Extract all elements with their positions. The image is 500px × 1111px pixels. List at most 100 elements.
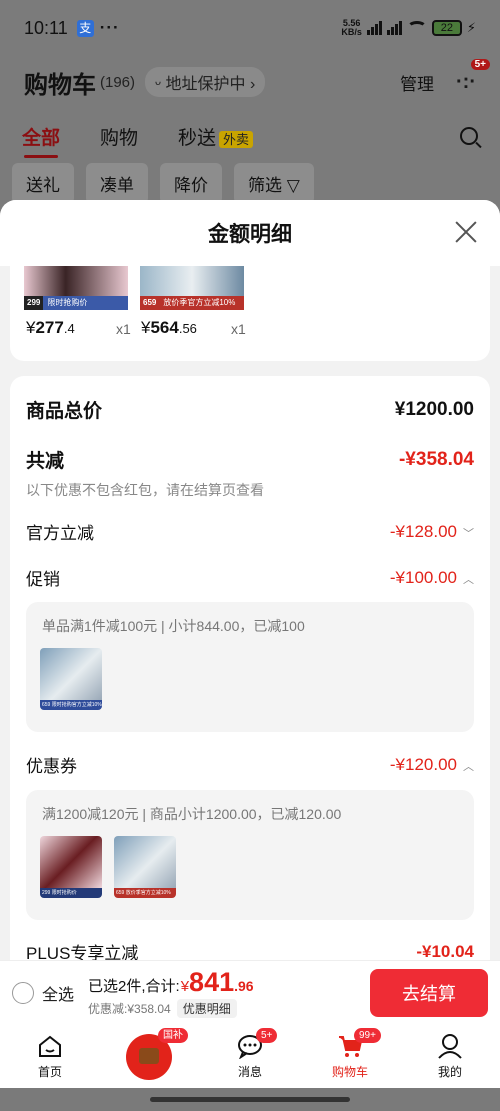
amount-detail-sheet: 金额明细 299 限时抢购价 659 放价季官方立减10% ¥277.4 x1 ¥5… [0,200,500,960]
filter-bundle[interactable]: 凑单 [86,163,148,204]
battery-icon: 22 [431,20,462,36]
more-menu-button[interactable]: ·:· 5+ [456,58,490,94]
signal-icon-2 [386,21,402,35]
product-band: 659 放价季官方立减10% [114,888,176,898]
product-thumb-1[interactable]: 299 限时抢购价 [24,266,128,310]
more-notifications-icon: ··· [99,18,120,37]
selected-text: 已选2件,合计: [88,978,180,995]
nav-messages[interactable]: 5+ 消息 [200,1024,300,1088]
plus-value: -¥10.04 [416,941,474,961]
coupon-value: -¥120.00 ︿ [389,754,474,774]
filter-more[interactable]: 筛选 ▽ [234,163,314,204]
filter-gift[interactable]: 送礼 [12,163,74,204]
takeout-badge: 外卖 [219,130,254,148]
sheet-header: 金额明细 [0,200,500,266]
promo-value: -¥100.00 ︿ [389,567,474,587]
filter-price-drop[interactable]: 降价 [160,163,222,204]
nav-cart[interactable]: 99+ 购物车 [300,1024,400,1088]
nav-home[interactable]: 首页 [0,1024,100,1088]
messages-badge: 5+ [256,1028,278,1043]
home-icon [39,1035,61,1057]
currency-symbol: ¥ [180,978,190,995]
more-dots-icon: ·:· [456,70,476,93]
product-qty-2: x1 [231,321,246,337]
product-price-1: ¥277.4 [26,318,75,337]
coupon-row[interactable]: 优惠券 -¥120.00 ︿ [26,752,474,777]
chevron-up-icon: ︿ [463,760,474,773]
discount-text: 优惠减:¥358.04 [88,1002,171,1016]
official-row[interactable]: 官方立减 -¥128.00 ﹀ [26,519,474,544]
tab-shopping[interactable]: 购物 [100,123,138,150]
plus-row: PLUS专享立减 -¥10.04 [26,939,474,961]
coupon-detail-box: 满1200减120元 | 商品小计1200.00，已减120.00 299 限时… [26,790,474,920]
selected-products-card: 299 限时抢购价 659 放价季官方立减10% ¥277.4 x1 ¥564.56… [10,266,490,361]
close-icon[interactable] [454,220,478,244]
wifi-icon [406,21,427,35]
charging-icon: ⚡ [466,20,476,35]
promo-detail-box: 单品满1件减100元 | 小计844.00，已减100 659 限时抢购官方立减… [26,602,474,732]
address-protect-button[interactable]: ᵕ 地址保护中 › [145,67,266,97]
status-bar: 10:11 支 ··· 5.56 KB/s 22 ⚡ [0,0,500,56]
product-band: 659 放价季官方立减10% [140,296,244,310]
gov-subsidy-badge: 国补 [158,1028,188,1043]
product-qty-1: x1 [116,321,131,337]
coupon-product-thumb-1[interactable]: 299 限时抢购价 [40,836,102,898]
alipay-icon: 支 [76,19,94,37]
promo-detail: 单品满1件减100元 | 小计844.00，已减100 [42,618,305,634]
product-band: 659 限时抢购官方立减10% [40,700,102,710]
discount-detail-button[interactable]: 优惠明细 [176,999,237,1018]
select-all-checkbox[interactable] [12,981,34,1004]
cart-count: (196) [100,73,136,91]
discount-line: 优惠减:¥358.04 优惠明细 [88,999,254,1018]
coupon-detail: 满1200减120元 | 商品小计1200.00，已减120.00 [42,806,342,822]
coupon-label: 优惠券 [26,757,77,776]
select-all-label[interactable]: 全选 [42,981,74,1005]
cart-header: 购物车 (196) ᵕ 地址保护中 › 管理 ·:· 5+ [24,58,490,104]
total-amount-dec: .96 [234,978,254,994]
signal-icon [366,21,382,35]
product-price-2: ¥564.56 [141,318,197,337]
product-band: 299 限时抢购价 [40,888,102,898]
reduce-row: 共减 -¥358.04 [26,446,474,473]
user-icon [438,1034,462,1059]
total-label: 商品总价 [26,401,103,422]
coupon-product-thumb-2[interactable]: 659 放价季官方立减10% [114,836,176,898]
official-value: -¥128.00 ﹀ [389,521,474,541]
official-label: 官方立减 [26,524,94,543]
cart-tabs: 全部 购物 秒送 外卖 [22,116,478,158]
promo-product-thumb[interactable]: 659 限时抢购官方立减10% [40,648,102,710]
price-breakdown-card: 商品总价 ¥1200.00 共减 -¥358.04 以下优惠不包含红包，请在结算… [10,376,490,960]
gesture-bar [150,1097,350,1102]
product-image [40,648,102,700]
promo-label: 促销 [26,570,60,589]
nav-mine[interactable]: 我的 [400,1024,500,1088]
promo-row[interactable]: 促销 -¥100.00 ︿ [26,565,474,590]
product-image [24,266,128,296]
reduce-label: 共减 [26,451,65,472]
checkout-bar: 全选 已选2件,合计: ¥ 841 .96 优惠减:¥358.04 优惠明细 去… [0,960,500,1024]
product-thumb-2[interactable]: 659 放价季官方立减10% [140,266,244,310]
manage-button[interactable]: 管理 [400,70,434,95]
tab-flash[interactable]: 秒送 外卖 [178,123,254,150]
total-amount-int: 841 [189,967,235,997]
search-icon[interactable] [460,127,478,145]
bottom-nav: 首页 国补 5+ 消息 99+ 购物车 我的 [0,1024,500,1088]
cart-badge: 99+ [354,1028,381,1043]
total-value: ¥1200.00 [394,398,474,420]
checkout-button[interactable]: 去结算 [370,968,488,1017]
more-badge: 5+ [470,58,490,70]
shield-icon: ᵕ [155,76,166,93]
reduce-value: -¥358.04 [398,448,474,470]
tab-all[interactable]: 全部 [22,123,60,158]
chevron-down-icon: ﹀ [463,527,474,540]
reduce-note: 以下优惠不包含红包，请在结算页查看 [26,482,264,498]
nav-gov-subsidy[interactable]: 国补 [100,1024,200,1088]
total-line: 已选2件,合计: ¥ 841 .96 [88,967,254,998]
product-image [140,266,244,296]
checkout-summary: 已选2件,合计: ¥ 841 .96 优惠减:¥358.04 优惠明细 [88,967,254,1018]
product-image [114,836,176,888]
network-speed: 5.56 KB/s [341,18,362,37]
status-time: 10:11 [24,17,68,38]
plus-label: PLUS专享立减 [26,944,139,960]
total-row: 商品总价 ¥1200.00 [26,396,474,423]
